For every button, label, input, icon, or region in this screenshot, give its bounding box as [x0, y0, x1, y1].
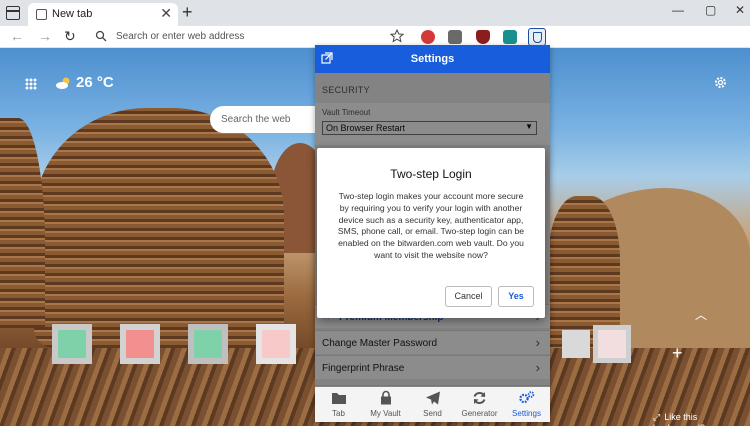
stone-tower [0, 118, 45, 328]
nav-my-vault-label: My Vault [370, 409, 401, 418]
like-background-link[interactable]: ⤢Like this background? [653, 412, 750, 426]
nav-tab[interactable]: Tab [315, 390, 362, 418]
new-tab-button[interactable]: + [182, 2, 193, 22]
nav-send[interactable]: Send [409, 390, 456, 418]
extension-n-icon[interactable] [448, 30, 462, 44]
quick-link-tile[interactable] [126, 330, 154, 358]
tab-close-icon[interactable]: ✕ [160, 6, 172, 20]
nav-settings[interactable]: Settings [503, 390, 550, 418]
nav-generator-label: Generator [461, 409, 498, 418]
gears-icon [519, 391, 535, 404]
two-step-login-dialog: Two-step Login Two-step login makes your… [317, 148, 545, 318]
like-background-label: Like this background? [653, 412, 705, 426]
minimize-button[interactable]: — [672, 3, 684, 17]
stone-tower [34, 108, 284, 348]
weather-temperature[interactable]: 26 °C [76, 74, 114, 91]
nav-send-label: Send [423, 409, 442, 418]
refresh-icon [473, 392, 486, 404]
web-search-input[interactable]: Search the web [210, 106, 318, 133]
tab-title: New tab [52, 8, 93, 20]
back-icon[interactable]: ← [10, 28, 24, 44]
web-search-placeholder: Search the web [221, 114, 291, 125]
maximize-button[interactable]: ▢ [705, 3, 716, 17]
weather-cloud-sun-icon [56, 77, 70, 89]
quick-link-tile[interactable] [262, 330, 290, 358]
search-icon [95, 30, 107, 42]
address-placeholder: Search or enter web address [116, 31, 245, 42]
popup-title: Settings [410, 53, 455, 65]
nav-generator[interactable]: Generator [456, 390, 503, 418]
lock-icon [380, 390, 391, 405]
apps-grid-icon[interactable] [25, 78, 37, 90]
quick-link-tile[interactable] [58, 330, 86, 358]
page-settings-gear-icon[interactable] [713, 75, 728, 90]
address-bar[interactable]: Search or enter web address [88, 27, 413, 46]
tab-actions-icon[interactable] [6, 6, 20, 20]
bitwarden-extension-icon[interactable] [528, 28, 546, 46]
chevron-up-icon[interactable]: ︿ [695, 306, 707, 323]
add-favorite-icon[interactable] [390, 29, 404, 43]
new-tab-favicon-icon [36, 9, 47, 20]
close-window-button[interactable]: ✕ [735, 3, 745, 17]
dialog-message: Two-step login makes your account more s… [337, 191, 525, 260]
extension-teal-icon[interactable] [503, 30, 517, 44]
popup-bottom-nav: Tab My Vault Send Generator Settings [315, 385, 550, 422]
refresh-icon[interactable]: ↻ [64, 28, 76, 44]
tab-new-tab[interactable]: New tab ✕ [28, 3, 178, 26]
yes-button[interactable]: Yes [498, 286, 534, 307]
extension-red-icon[interactable] [421, 30, 435, 44]
forward-icon[interactable]: → [38, 28, 52, 44]
quick-link-tile[interactable] [194, 330, 222, 358]
quick-link-tile[interactable] [562, 330, 590, 358]
folder-icon [331, 393, 346, 404]
nav-my-vault[interactable]: My Vault [362, 390, 409, 418]
quick-link-tile[interactable] [598, 330, 626, 358]
nav-tab-label: Tab [332, 409, 345, 418]
cancel-button[interactable]: Cancel [445, 286, 492, 307]
tab-strip: New tab ✕ + — ▢ ✕ [0, 0, 750, 26]
paper-plane-icon [425, 391, 440, 405]
nav-settings-label: Settings [512, 409, 541, 418]
dialog-title: Two-step Login [390, 167, 472, 181]
add-quick-link-button[interactable]: + [672, 343, 683, 364]
popup-header: Settings [315, 45, 550, 73]
extension-shield-icon[interactable] [476, 30, 490, 44]
